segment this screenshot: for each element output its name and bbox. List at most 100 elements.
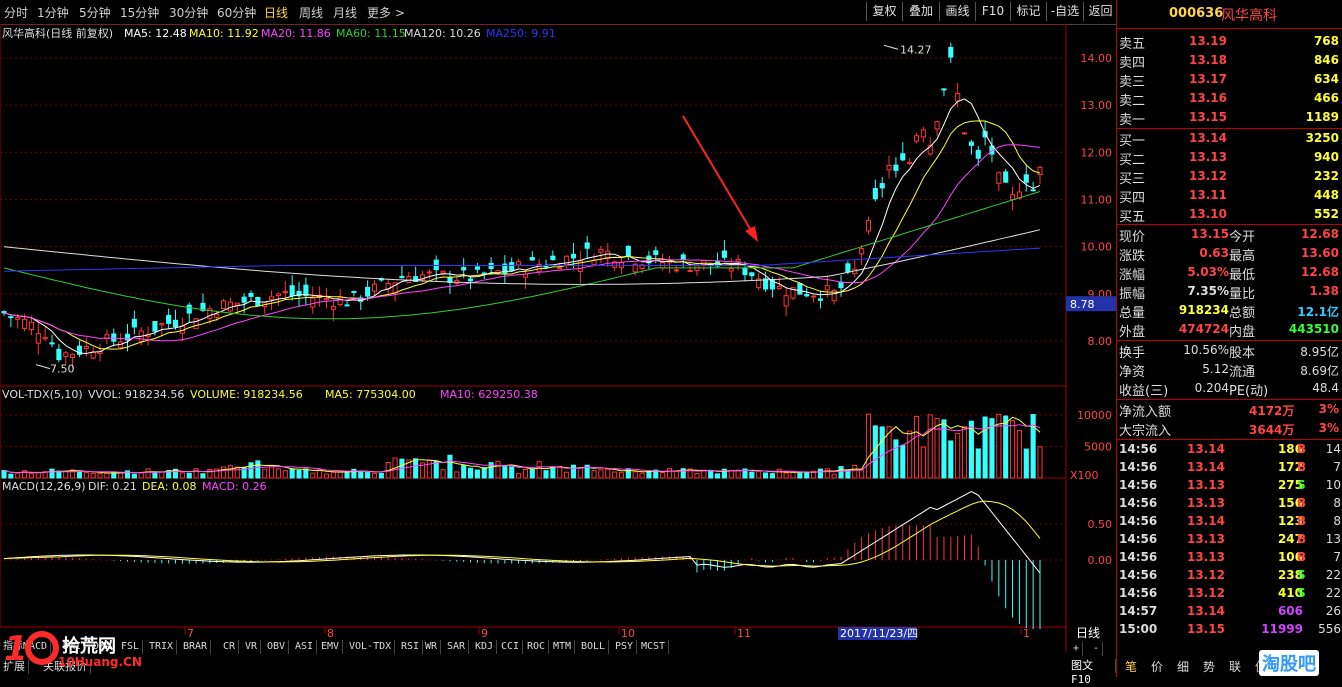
indicator-tab-15[interactable]: SAR <box>444 640 470 654</box>
bid-price: 13.13 <box>1189 150 1227 164</box>
toolbar-button-0[interactable]: 复权 <box>866 2 902 21</box>
period-tab-8[interactable]: 月线 <box>333 4 357 21</box>
indicator-tab-16[interactable]: KDJ <box>472 640 498 654</box>
low-leader <box>35 364 51 370</box>
volume-bar <box>783 472 789 479</box>
candle-body <box>248 292 254 297</box>
volume-bar <box>433 460 439 479</box>
scroll-plus[interactable]: + <box>1070 642 1084 656</box>
scroll-minus[interactable]: - <box>1090 642 1104 656</box>
quote-tab-4[interactable]: 联 <box>1223 658 1247 676</box>
tick-side: B <box>1297 496 1307 510</box>
indicator-tab-12[interactable]: VOL-TDX <box>346 640 396 654</box>
indicator-tab-10[interactable]: ASI <box>292 640 318 654</box>
volume-bar <box>1009 420 1016 479</box>
tick-count: 8 <box>1333 514 1341 528</box>
indicator-tab-13[interactable]: RSI <box>398 640 424 654</box>
indicator-tab-7[interactable]: CR <box>220 640 240 654</box>
bid-volume: 940 <box>1313 150 1339 164</box>
indicator-tab-20[interactable]: BOLL <box>578 640 610 654</box>
period-tab-2[interactable]: 5分钟 <box>79 4 111 21</box>
candle-body <box>920 129 926 138</box>
period-tab-3[interactable]: 15分钟 <box>120 4 159 21</box>
kline-chart[interactable]: 14.0013.0012.0011.0010.009.008.008.78风华高… <box>0 24 1116 652</box>
indicator-tab-6[interactable]: BRAR <box>180 640 212 654</box>
plot-frame <box>0 24 1067 628</box>
svg-text:1: 1 <box>4 629 28 669</box>
candle-body <box>1003 171 1009 183</box>
candle-body <box>474 266 480 270</box>
period-tab-9[interactable]: 更多 > <box>367 4 405 21</box>
volume-bar <box>289 468 295 479</box>
volume-unit: X100 <box>1070 469 1099 482</box>
volume-bar <box>934 418 940 479</box>
quote-tab-0[interactable]: 笔 <box>1119 658 1143 676</box>
candle-body <box>934 121 940 130</box>
indicator-tab-9[interactable]: OBV <box>264 640 290 654</box>
price-tick: 12.00 <box>1081 146 1113 159</box>
tick-side: B <box>1297 532 1307 546</box>
candle-body <box>598 248 604 253</box>
volume-bar <box>852 464 858 479</box>
tick-count: 556 <box>1318 622 1341 636</box>
toolbar-button-1[interactable]: 叠加 <box>902 2 939 21</box>
tick-price: 13.12 <box>1187 568 1225 582</box>
indicator-tab-21[interactable]: PSY <box>612 640 638 654</box>
toolbar-button-4[interactable]: 标记 <box>1010 2 1046 21</box>
toolbar-button-5[interactable]: -自选 <box>1046 2 1083 21</box>
indicator-tab-17[interactable]: CCI <box>498 640 524 654</box>
period-tab-6[interactable]: 日线 <box>264 4 288 21</box>
divider <box>1117 128 1342 129</box>
indicator-tab-18[interactable]: ROC <box>524 640 550 654</box>
volume-bar <box>310 472 316 479</box>
candle-body <box>817 298 824 301</box>
period-tab-7[interactable]: 周线 <box>299 4 323 21</box>
volume-bar <box>522 468 528 479</box>
indicator-tab-11[interactable]: EMV <box>318 640 344 654</box>
stock-name: 风华高科 <box>1221 8 1277 24</box>
volume-bar <box>913 415 920 479</box>
tick-volume: 11999 <box>1261 622 1303 636</box>
indicator-tab-8[interactable]: VR <box>242 640 262 654</box>
ma-line-120 <box>3 229 1041 285</box>
indicator-tab-14[interactable]: WR <box>422 640 442 654</box>
indicator-tab-22[interactable]: MCST <box>638 640 670 654</box>
watermark-logo: 1 拾荒网 10Huang.CN <box>2 626 152 670</box>
watermark-main: 拾荒网 <box>62 635 116 657</box>
volume-bar <box>447 454 453 479</box>
volume-bar <box>804 471 810 479</box>
toolbar-button-6[interactable]: 返回 <box>1083 2 1117 21</box>
macd-tick: 0.00 <box>1088 554 1113 567</box>
indicator-tab-19[interactable]: MTM <box>550 640 576 654</box>
price-tick: 13.00 <box>1081 99 1113 112</box>
period-tab-0[interactable]: 分时 <box>4 4 28 21</box>
toolbar-button-2[interactable]: 画线 <box>939 2 975 21</box>
bid-label: 买五 <box>1119 210 1146 225</box>
candle-body <box>701 260 707 265</box>
tick-price: 13.14 <box>1187 604 1225 618</box>
divider <box>1117 28 1342 29</box>
period-tab-4[interactable]: 30分钟 <box>169 4 208 21</box>
tick-side: B <box>1297 550 1307 564</box>
ask-label: 卖四 <box>1119 56 1146 71</box>
quote-tab-1[interactable]: 价 <box>1145 658 1169 676</box>
candle-body <box>968 141 974 146</box>
fund-value: 0.204 <box>1194 381 1229 395</box>
volume-bar <box>131 473 137 479</box>
toolbar-button-3[interactable]: F10 <box>975 2 1010 21</box>
tick-time: 14:56 <box>1119 496 1158 510</box>
candle-body <box>70 353 76 358</box>
volume-bar <box>756 470 762 479</box>
quote-tab-3[interactable]: 势 <box>1197 658 1221 676</box>
volume-bar <box>618 472 625 479</box>
period-tab-1[interactable]: 1分钟 <box>37 4 69 21</box>
volume-bar <box>769 473 775 479</box>
tick-price: 13.14 <box>1187 514 1225 528</box>
quote-tab-2[interactable]: 细 <box>1171 658 1195 676</box>
volume-bar <box>227 465 233 479</box>
candle-body <box>159 323 165 326</box>
period-tab-5[interactable]: 60分钟 <box>217 4 256 21</box>
bottom-f10-link[interactable]: 图文F10 <box>1068 659 1116 686</box>
volume-bar <box>303 468 309 479</box>
divider <box>1117 340 1342 341</box>
